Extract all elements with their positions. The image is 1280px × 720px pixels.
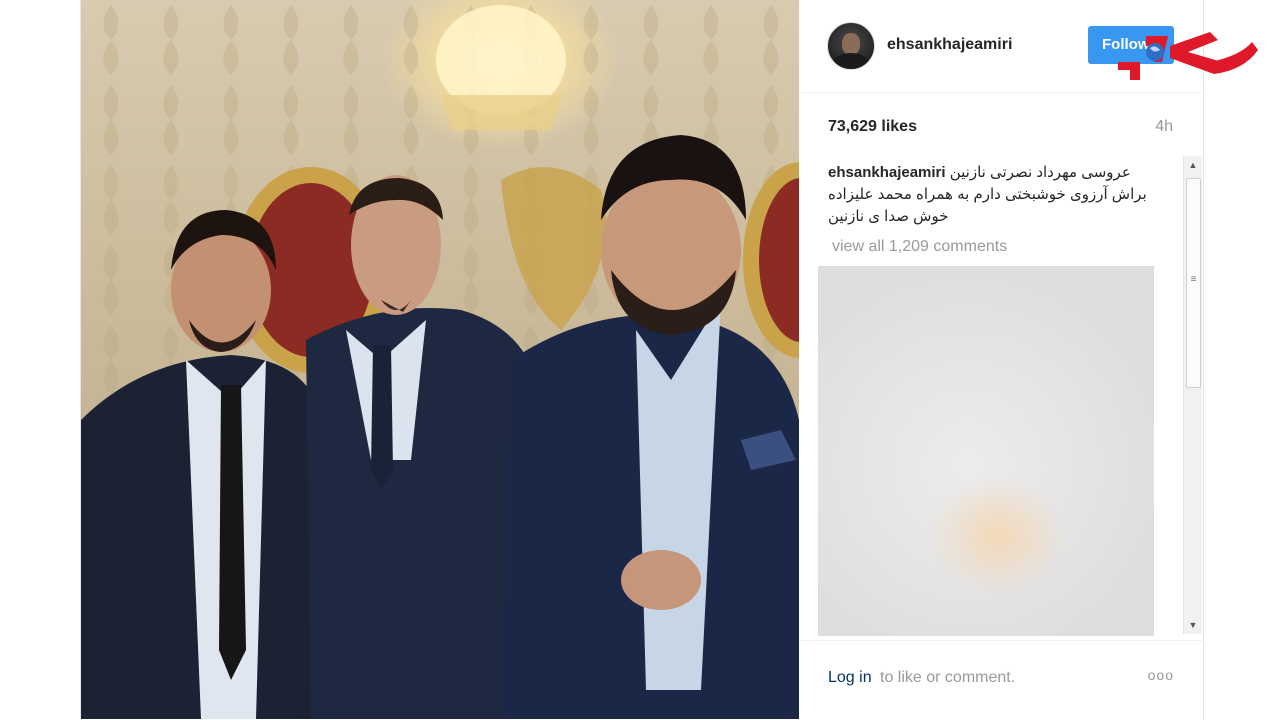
rokna-logo-icon <box>1118 32 1258 80</box>
avatar-body <box>833 53 869 69</box>
scroll-up-icon[interactable]: ▲ <box>1184 156 1202 174</box>
grip-icon: ≡ <box>1190 274 1197 285</box>
comments-scrollbar[interactable]: ▲ ≡ ▼ <box>1183 156 1202 634</box>
photo-illustration <box>81 0 799 719</box>
avatar-face <box>842 33 860 55</box>
scroll-down-icon[interactable]: ▼ <box>1184 616 1202 634</box>
post-time[interactable]: 4h <box>1155 118 1173 136</box>
view-all-comments-link[interactable]: view all 1,209 comments <box>832 238 1007 256</box>
login-link[interactable]: Log in <box>828 669 872 687</box>
likes-count[interactable]: 73,629 likes <box>828 118 917 136</box>
scrollbar-thumb[interactable]: ≡ <box>1186 178 1201 388</box>
post-sidebar: ehsankhajeamiri Follow 73,629 likes 4h e… <box>800 0 1258 720</box>
instagram-post: ehsankhajeamiri Follow 73,629 likes 4h e… <box>80 0 1258 720</box>
header-username[interactable]: ehsankhajeamiri <box>887 36 1012 54</box>
comments-area: ehsankhajeamiri عروسی مهرداد نصرتی نازنی… <box>818 156 1200 636</box>
blurred-ad-overlay <box>818 266 1154 636</box>
post-footer: Log in to like or comment. ooo <box>800 640 1202 720</box>
more-options-icon[interactable]: ooo <box>1148 667 1174 683</box>
post-photo <box>81 0 799 719</box>
login-prompt-text: to like or comment. <box>880 669 1016 686</box>
avatar[interactable] <box>827 22 875 70</box>
caption: ehsankhajeamiri عروسی مهرداد نصرتی نازنی… <box>828 162 1168 228</box>
caption-username[interactable]: ehsankhajeamiri <box>828 164 946 181</box>
post-header: ehsankhajeamiri Follow <box>800 0 1258 93</box>
